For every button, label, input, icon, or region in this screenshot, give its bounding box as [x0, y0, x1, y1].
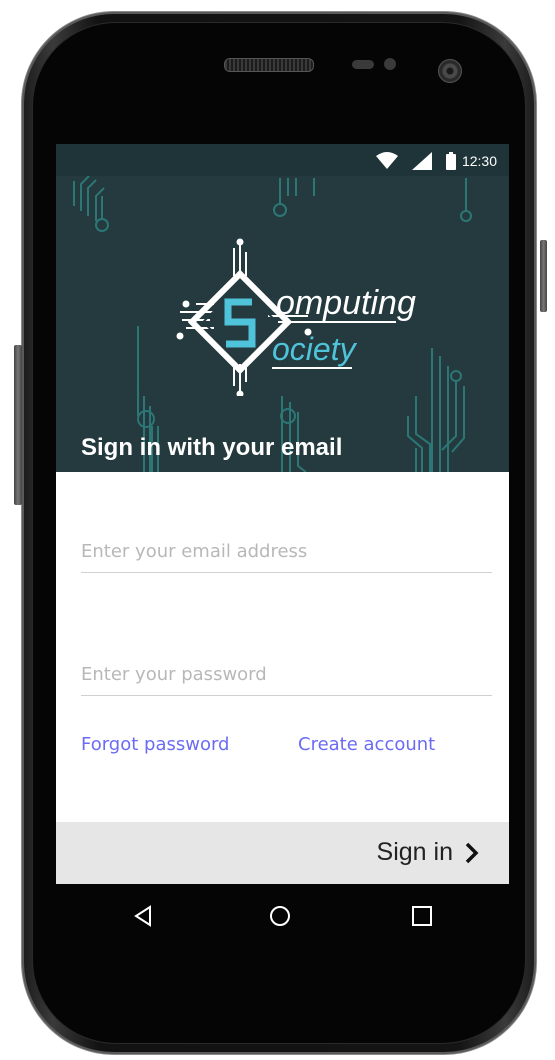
email-field-container [81, 532, 492, 573]
sign-in-label: Sign in [376, 838, 453, 866]
header-banner: omputing ociety Sign in with your email [56, 176, 509, 472]
home-circle-icon[interactable] [266, 902, 294, 930]
logo-computing-text: omputing [276, 284, 416, 322]
back-triangle-icon[interactable] [130, 902, 158, 930]
proximity-sensor [352, 60, 374, 69]
password-input[interactable] [81, 655, 492, 693]
create-account-link[interactable]: Create account [298, 734, 435, 755]
status-time: 12:30 [461, 153, 497, 169]
volume-button [14, 345, 22, 505]
battery-icon [445, 152, 456, 170]
light-sensor [384, 58, 396, 70]
page-title: Sign in with your email [81, 434, 343, 461]
app-screen: 12:30 omputing ociety Sign in with your … [56, 144, 509, 884]
android-navigation-bar [56, 884, 509, 944]
power-button [540, 240, 547, 312]
password-field-container [81, 655, 492, 696]
email-input[interactable] [81, 532, 492, 570]
footer-bar: Sign in [56, 822, 509, 884]
recents-square-icon[interactable] [408, 902, 436, 930]
sign-in-button[interactable]: Sign in [377, 838, 479, 867]
earpiece-speaker [224, 58, 314, 72]
computing-society-logo: omputing ociety [176, 238, 416, 396]
chevron-right-icon [465, 842, 479, 863]
forgot-password-link[interactable]: Forgot password [81, 734, 229, 755]
cellular-signal-icon [411, 152, 432, 170]
front-camera [438, 59, 462, 83]
logo-society-text: ociety [272, 331, 358, 367]
status-bar: 12:30 [56, 144, 509, 176]
wifi-icon [375, 152, 398, 169]
